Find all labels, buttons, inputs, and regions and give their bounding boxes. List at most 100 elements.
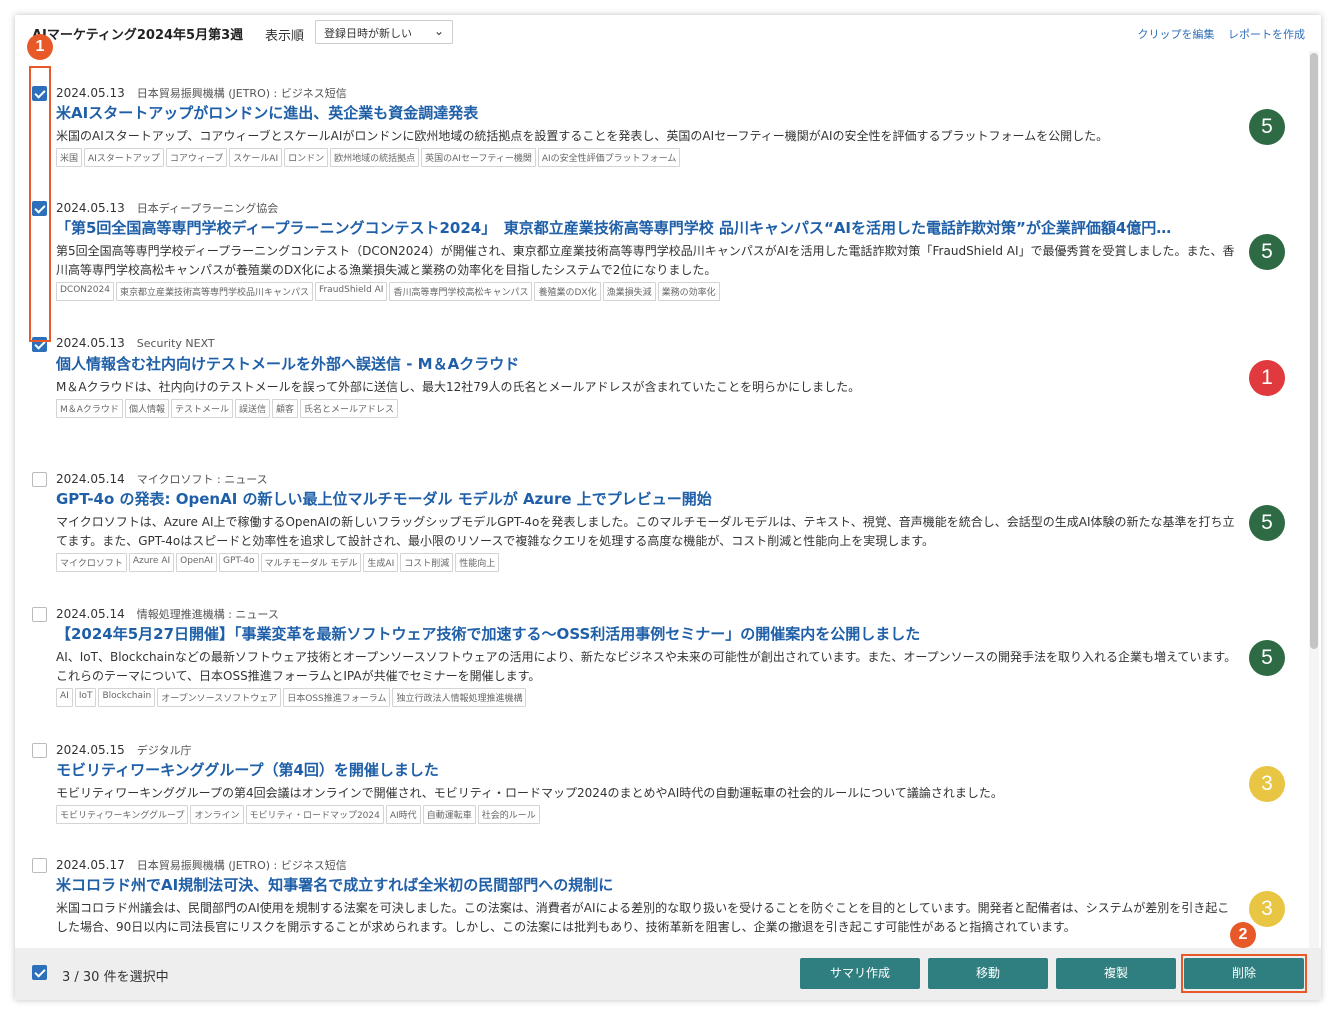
tag[interactable]: AI	[56, 688, 73, 707]
tag[interactable]: 誤送信	[234, 399, 270, 418]
tag[interactable]: 漁業損失減	[602, 282, 656, 301]
article-title-link[interactable]: 米コロラド州でAI規制法可決、知事署名で成立すれば全米初の民間部門への規制に	[56, 874, 1236, 895]
article-date: 2024.05.13	[56, 201, 125, 215]
tag[interactable]: IoT	[74, 688, 97, 707]
tag[interactable]: OpenAI	[176, 553, 217, 572]
move-button[interactable]: 移動	[928, 958, 1048, 989]
page-title: AIマーケティング2024年5月第3週	[32, 28, 244, 43]
tag[interactable]: コスト削減	[400, 553, 454, 572]
article-item[interactable]: 2024.05.13 日本貿易振興機構 (JETRO) : ビジネス短信米AIスタ…	[15, 70, 1307, 200]
tag[interactable]: 個人情報	[124, 399, 169, 418]
tag[interactable]: 東京都立産業技術高等専門学校品川キャンパス	[115, 282, 313, 301]
copy-button[interactable]: 複製	[1056, 958, 1176, 989]
header: AIマーケティング2024年5月第3週 表示順 登録日時が新しい ⌄ クリップを…	[15, 15, 1321, 51]
tag[interactable]: 生成AI	[363, 553, 399, 572]
create-report-link[interactable]: レポートを作成	[1228, 28, 1305, 41]
article-title-link[interactable]: 個人情報含む社内向けテストメールを外部へ誤送信 - M＆Aクラウド	[56, 353, 1236, 374]
tag[interactable]: GPT-4o	[218, 553, 259, 572]
sort-select[interactable]: 登録日時が新しい ⌄	[315, 20, 453, 44]
tag[interactable]: AIスタートアップ	[84, 148, 164, 167]
tag[interactable]: 自動運転車	[422, 805, 476, 824]
tag[interactable]: 独立行政法人情報処理推進機構	[392, 688, 527, 707]
tag[interactable]: 社会的ルール	[477, 805, 540, 824]
chevron-down-icon: ⌄	[433, 24, 444, 38]
tag[interactable]: 性能向上	[455, 553, 500, 572]
tag[interactable]: 英国のAIセーフティー機関	[421, 148, 536, 167]
tag[interactable]: 日本OSS推進フォーラム	[283, 688, 391, 707]
tag[interactable]: 養殖業のDX化	[534, 282, 601, 301]
scrollbar[interactable]	[1309, 51, 1319, 948]
article-meta: 2024.05.13 日本貿易振興機構 (JETRO) : ビジネス短信	[56, 85, 347, 101]
article-item[interactable]: 2024.05.14 マイクロソフト : ニュース GPT-4o の発表: Open…	[15, 456, 1307, 586]
article-date: 2024.05.17	[56, 858, 125, 872]
article-title-link[interactable]: GPT-4o の発表: OpenAI の新しい最上位マルチモーダル モデルが A…	[56, 488, 1236, 509]
article-tags: 米国 AIスタートアップ コアウィーブ スケールAI ロンドン 欧州地域の統括拠点 英国のA…	[56, 148, 681, 167]
tag[interactable]: 欧州地域の統括拠点	[330, 148, 420, 167]
article-meta: 2024.05.17 日本貿易振興機構 (JETRO) : ビジネス短信	[56, 857, 347, 873]
score-badge: 5	[1249, 640, 1285, 676]
article-date: 2024.05.14	[56, 472, 125, 486]
article-title-link[interactable]: 米AIスタートアップがロンドンに進出、英企業も資金調達発表	[56, 102, 1236, 123]
tag[interactable]: モビリティワーキンググループ	[56, 805, 189, 824]
article-checkbox[interactable]	[32, 743, 47, 758]
edit-clip-link[interactable]: クリップを編集	[1138, 28, 1215, 41]
article-meta: 2024.05.15 デジタル庁	[56, 742, 192, 758]
article-item[interactable]: 2024.05.13 日本ディープラーニング協会 「第5回全国高等専門学校ディープラ…	[15, 185, 1307, 315]
tag[interactable]: AI時代	[385, 805, 421, 824]
tag[interactable]: 顧客	[271, 399, 298, 418]
score-badge: 3	[1249, 891, 1285, 927]
tag[interactable]: マルチモーダル モデル	[260, 553, 362, 572]
article-checkbox[interactable]	[32, 472, 47, 487]
article-item[interactable]: 2024.05.17 日本貿易振興機構 (JETRO) : ビジネス短信 米コロラド…	[15, 842, 1307, 948]
score-badge: 1	[1249, 360, 1285, 396]
article-source: マイクロソフト : ニュース	[136, 473, 268, 486]
annotation-badge-1: 1	[27, 34, 53, 60]
score-badge: 3	[1249, 766, 1285, 802]
tag[interactable]: 米国	[56, 148, 83, 167]
tag[interactable]: 氏名とメールアドレス	[300, 399, 399, 418]
tag[interactable]: DCON2024	[56, 282, 114, 301]
tag[interactable]: テストメール	[170, 399, 233, 418]
tag[interactable]: 業務の効率化	[657, 282, 720, 301]
article-item[interactable]: 2024.05.15 デジタル庁モビリティワーキンググループ（第4回）を開催しまし…	[15, 727, 1307, 857]
tag[interactable]: スケールAI	[229, 148, 283, 167]
tag[interactable]: M＆Aクラウド	[56, 399, 123, 418]
tag[interactable]: マイクロソフト	[56, 553, 127, 572]
sort-label: 表示順	[265, 29, 305, 44]
article-tags: AI IoT Blockchain オープンソースソフトウェア 日本OSS推進フォーラム…	[56, 688, 527, 707]
article-summary: 第5回全国高等専門学校ディープラーニングコンテスト（DCON2024）が開催され…	[56, 244, 1235, 277]
tag[interactable]: Blockchain	[98, 688, 156, 707]
article-tags: モビリティワーキンググループ オンライン モビリティ・ロードマップ2024 AI時代自…	[56, 805, 540, 824]
article-title-link[interactable]: 「第5回全国高等専門学校ディープラーニングコンテスト2024」 東京都立産業技術…	[56, 217, 1236, 238]
tag[interactable]: コアウィーブ	[165, 148, 228, 167]
tag[interactable]: オープンソースソフトウェア	[157, 688, 282, 707]
article-item[interactable]: 2024.05.13 Security NEXT 個人情報含む社内向けテストメールを…	[15, 321, 1307, 451]
tag[interactable]: モビリティ・ロードマップ2024	[245, 805, 384, 824]
selection-count: 3 / 30 件を選択中	[62, 970, 169, 985]
score-badge: 5	[1249, 234, 1285, 270]
tag[interactable]: FraudShield AI	[314, 282, 388, 301]
article-source: デジタル庁	[136, 744, 192, 757]
article-summary: 米国コロラド州議会は、民間部門のAI使用を規制する法案を可決しました。この法案は…	[56, 901, 1230, 934]
article-date: 2024.05.13	[56, 86, 125, 100]
tag[interactable]: AIの安全性評価プラットフォーム	[537, 148, 681, 167]
article-date: 2024.05.14	[56, 607, 125, 621]
article-title-link[interactable]: モビリティワーキンググループ（第4回）を開催しました	[56, 759, 1236, 780]
article-title-link[interactable]: 【2024年5月27日開催】「事業変革を最新ソフトウェア技術で加速する～OSS利…	[56, 623, 1236, 644]
article-checkbox[interactable]	[32, 607, 47, 622]
tag[interactable]: Azure AI	[128, 553, 175, 572]
article-meta: 2024.05.13 Security NEXT	[56, 336, 215, 350]
select-all-checkbox[interactable]	[32, 965, 47, 980]
tag[interactable]: 香川高等専門学校高松キャンパス	[389, 282, 533, 301]
delete-highlight-box	[1181, 954, 1307, 993]
article-source: 日本貿易振興機構 (JETRO) : ビジネス短信	[136, 87, 347, 100]
summary-button[interactable]: サマリ作成	[800, 958, 920, 989]
score-badge: 5	[1249, 505, 1285, 541]
tag[interactable]: ロンドン	[284, 148, 329, 167]
article-source: 情報処理推進機構 : ニュース	[136, 608, 279, 621]
scrollbar-thumb[interactable]	[1310, 53, 1318, 649]
tag[interactable]: オンライン	[190, 805, 244, 824]
article-date: 2024.05.15	[56, 743, 125, 757]
article-item[interactable]: 2024.05.14 情報処理推進機構 : ニュース【2024年5月27日開催】「…	[15, 591, 1307, 721]
article-checkbox[interactable]	[32, 858, 47, 873]
